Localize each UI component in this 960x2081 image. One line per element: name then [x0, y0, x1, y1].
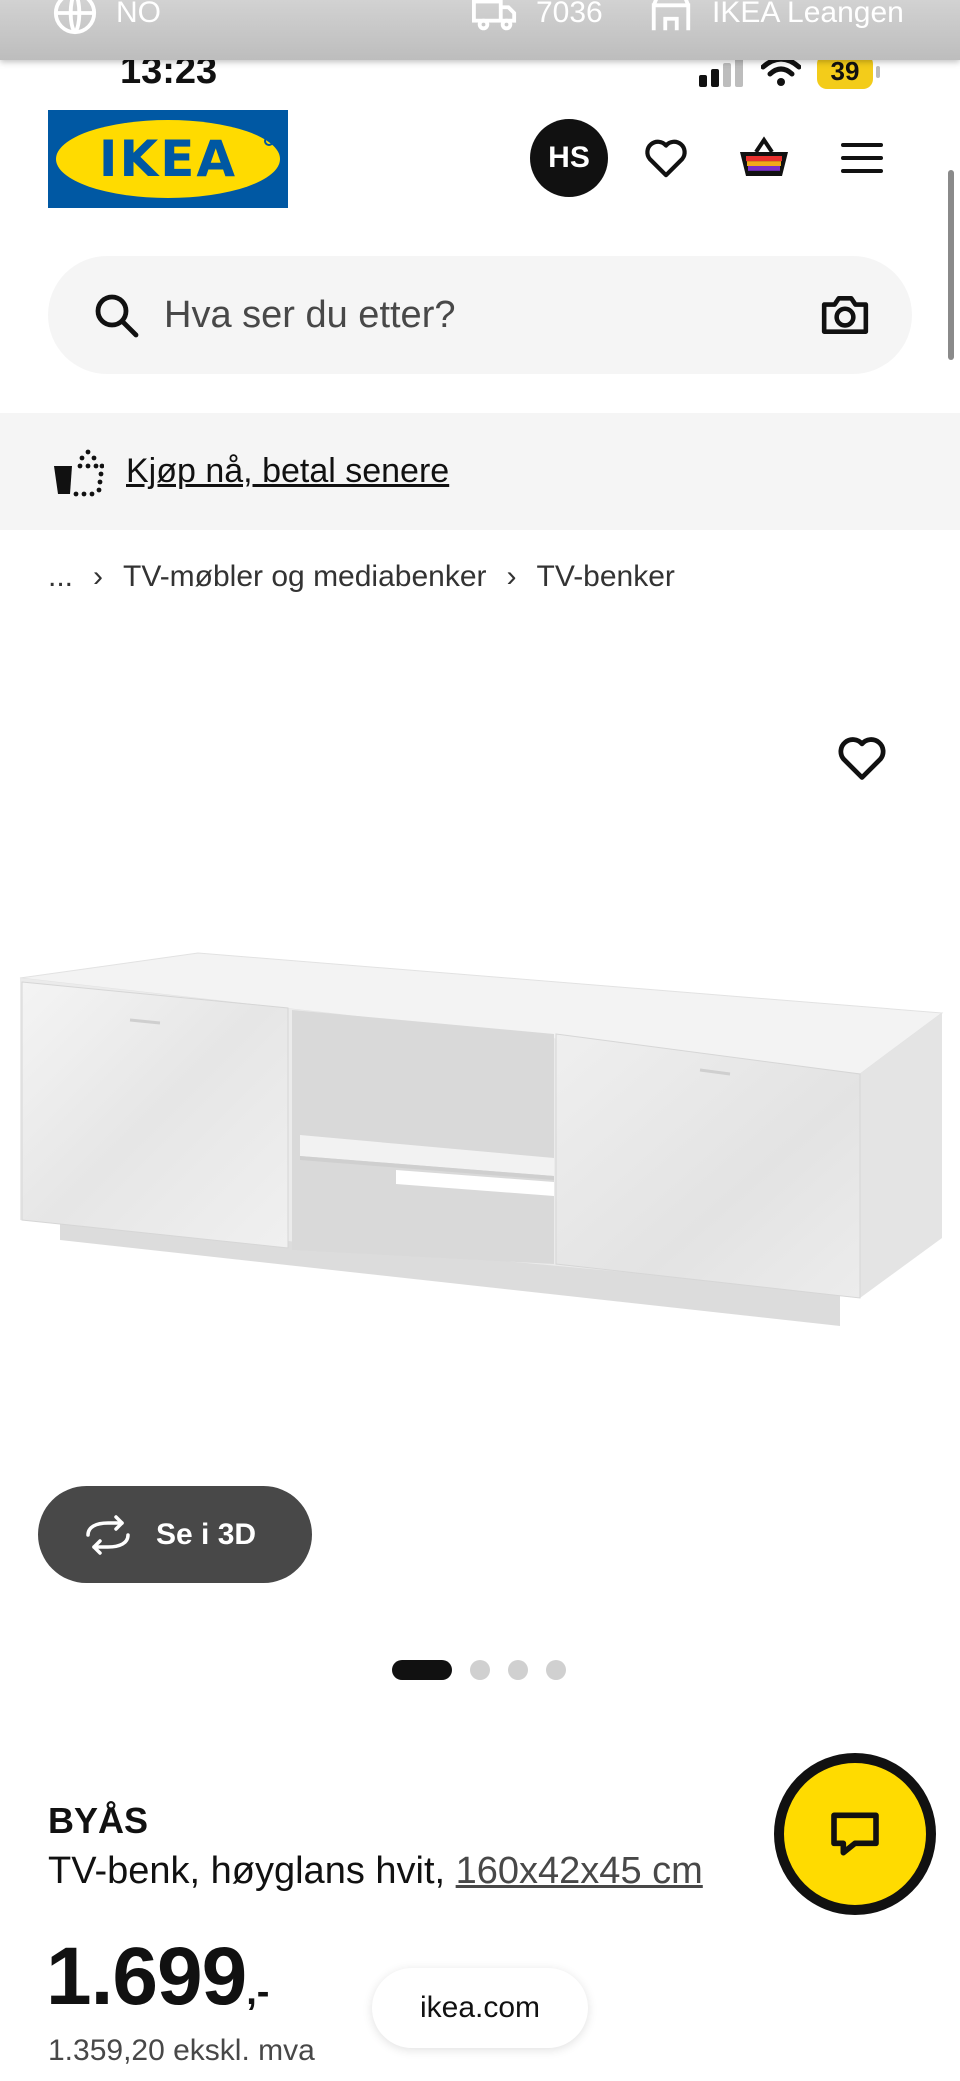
ikea-logo[interactable]: IKEA: [48, 110, 288, 208]
payment-promo-banner: Kjøp nå, betal senere: [0, 413, 960, 530]
chat-button[interactable]: [774, 1753, 936, 1915]
shopping-bag-dotted-icon: [54, 449, 104, 496]
basket-icon: [740, 136, 788, 176]
menu-button[interactable]: [836, 132, 888, 184]
price-suffix: ,-: [246, 1971, 270, 2013]
price-value: 1.699: [46, 1931, 247, 2022]
add-to-favourites-button[interactable]: [836, 734, 888, 786]
menu-icon: [841, 143, 883, 173]
carousel-dot[interactable]: [508, 1660, 528, 1680]
delivery-truck-icon: [472, 0, 517, 31]
chevron-right-icon: ›: [93, 560, 104, 593]
wifi-icon: [761, 56, 801, 86]
store-selector[interactable]: IKEA Leangen: [648, 0, 904, 36]
carousel-dot[interactable]: [470, 1660, 490, 1680]
cart-button[interactable]: [738, 132, 790, 184]
breadcrumb-ellipsis[interactable]: ...: [48, 560, 73, 594]
rotate-3d-icon: [86, 1514, 130, 1555]
country-code: NO: [116, 0, 161, 29]
heart-icon: [838, 737, 886, 780]
breadcrumb-item-tv-mobler[interactable]: TV-møbler og mediabenker: [123, 560, 487, 594]
avatar-initials: HS: [548, 141, 590, 174]
postcode-selector[interactable]: 7036: [472, 0, 603, 36]
carousel-dot[interactable]: [546, 1660, 566, 1680]
postcode-text: 7036: [536, 0, 603, 29]
store-icon: [651, 0, 691, 31]
chat-bubble-icon: [831, 1812, 879, 1856]
cellular-signal-icon: [699, 56, 743, 87]
buy-now-pay-later-link[interactable]: Kjøp nå, betal senere: [126, 452, 449, 491]
logo-oval: IKEA: [56, 120, 280, 198]
url-text: ikea.com: [419, 1991, 541, 2024]
product-image[interactable]: [0, 880, 960, 1480]
chevron-right-icon: ›: [506, 560, 517, 593]
view-3d-button[interactable]: Se i 3D: [38, 1486, 312, 1583]
search-icon: [95, 294, 139, 338]
carousel-indicator: [392, 1660, 566, 1680]
breadcrumb: ... › TV-møbler og mediabenker › TV-benk…: [48, 560, 675, 594]
battery-cap: [876, 65, 880, 78]
search-input[interactable]: Hva ser du etter?: [164, 294, 820, 337]
user-avatar[interactable]: HS: [530, 119, 608, 197]
carousel-dot-active[interactable]: [392, 1660, 452, 1680]
camera-icon[interactable]: [820, 290, 870, 340]
country-selector[interactable]: NO: [52, 0, 161, 36]
product-type: TV-benk, høyglans hvit,: [48, 1850, 446, 1892]
logo-text: IKEA: [98, 130, 238, 188]
product-price: 1.699,-: [46, 1930, 269, 2024]
location-strip: NO 7036 IKEA Leangen: [0, 0, 960, 60]
product-name: BYÅS: [48, 1800, 149, 1841]
page-scrollbar[interactable]: [948, 170, 954, 360]
breadcrumb-item-tv-benker[interactable]: TV-benker: [537, 560, 675, 594]
heart-icon: [645, 139, 687, 178]
store-name: IKEA Leangen: [712, 0, 904, 29]
globe-icon: [53, 0, 97, 35]
product-dimensions-link[interactable]: 160x42x45 cm: [456, 1850, 703, 1892]
view-3d-label: Se i 3D: [156, 1517, 257, 1551]
search-bar[interactable]: Hva ser du etter?: [48, 256, 912, 374]
favourites-button[interactable]: [640, 132, 692, 184]
product-description: TV-benk, høyglans hvit, 160x42x45 cm: [48, 1850, 703, 1893]
price-ex-vat: 1.359,20 ekskl. mva: [48, 2034, 315, 2067]
browser-url-bar[interactable]: ikea.com: [372, 1968, 588, 2048]
registered-mark: [264, 136, 274, 146]
